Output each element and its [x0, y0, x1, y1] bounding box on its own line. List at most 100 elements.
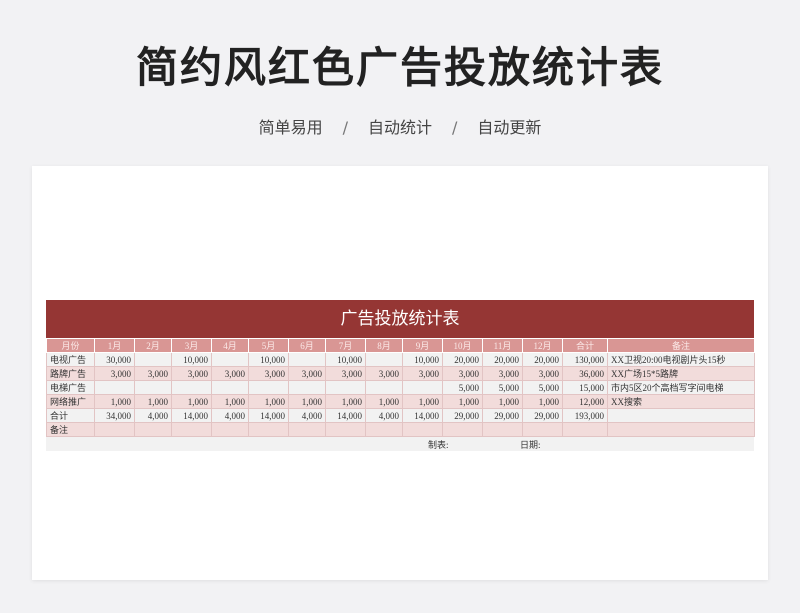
page-title: 简约风红色广告投放统计表: [135, 43, 664, 92]
value-cell[interactable]: [248, 422, 289, 437]
note-cell[interactable]: [607, 408, 755, 423]
sheet-title: 广告投放统计表: [46, 300, 754, 338]
value-cell[interactable]: [171, 422, 212, 437]
value-cell[interactable]: 1,000: [94, 394, 135, 409]
value-cell[interactable]: [134, 352, 172, 367]
value-cell[interactable]: [325, 422, 366, 437]
value-cell[interactable]: [248, 380, 289, 395]
column-header: 月份: [46, 338, 95, 353]
value-cell[interactable]: 130,000: [562, 352, 608, 367]
subtitle-separator: /: [452, 118, 458, 137]
table-row: 电梯广告 5,000 5,000 5,000 15,000 市内5区20个高档写字间电梯: [46, 380, 755, 395]
value-cell[interactable]: 1,000: [522, 394, 563, 409]
value-cell[interactable]: 5,000: [522, 380, 563, 395]
value-cell[interactable]: [482, 422, 523, 437]
value-cell[interactable]: 14,000: [402, 408, 443, 423]
value-cell[interactable]: [94, 422, 135, 437]
date-label: 日期:: [520, 440, 541, 450]
value-cell[interactable]: 4,000: [211, 408, 249, 423]
value-cell[interactable]: 5,000: [442, 380, 483, 395]
value-cell[interactable]: 4,000: [288, 408, 326, 423]
value-cell[interactable]: 3,000: [325, 366, 366, 381]
value-cell[interactable]: 3,000: [288, 366, 326, 381]
value-cell[interactable]: [288, 352, 326, 367]
value-cell[interactable]: 3,000: [171, 366, 212, 381]
value-cell[interactable]: [402, 380, 443, 395]
value-cell[interactable]: [522, 422, 563, 437]
value-cell[interactable]: 10,000: [325, 352, 366, 367]
value-cell[interactable]: [171, 380, 212, 395]
value-cell[interactable]: [288, 380, 326, 395]
value-cell[interactable]: [442, 422, 483, 437]
value-cell[interactable]: [562, 422, 608, 437]
subtitle-separator: /: [342, 118, 348, 137]
value-cell[interactable]: 14,000: [171, 408, 212, 423]
value-cell[interactable]: 1,000: [288, 394, 326, 409]
value-cell[interactable]: 1,000: [211, 394, 249, 409]
value-cell[interactable]: 3,000: [482, 366, 523, 381]
value-cell[interactable]: [325, 380, 366, 395]
value-cell[interactable]: 36,000: [562, 366, 608, 381]
value-cell[interactable]: 29,000: [442, 408, 483, 423]
column-header: 10月: [442, 338, 483, 353]
value-cell[interactable]: 20,000: [442, 352, 483, 367]
row-label-cell[interactable]: 合计: [46, 408, 95, 423]
value-cell[interactable]: 3,000: [442, 366, 483, 381]
value-cell[interactable]: 12,000: [562, 394, 608, 409]
note-cell[interactable]: XX卫视20:00电视剧片头15秒: [607, 352, 755, 367]
value-cell[interactable]: [211, 422, 249, 437]
value-cell[interactable]: 34,000: [94, 408, 135, 423]
value-cell[interactable]: [211, 380, 249, 395]
value-cell[interactable]: 4,000: [134, 408, 172, 423]
value-cell[interactable]: 3,000: [94, 366, 135, 381]
value-cell[interactable]: 1,000: [325, 394, 366, 409]
value-cell[interactable]: [402, 422, 443, 437]
value-cell[interactable]: 29,000: [482, 408, 523, 423]
value-cell[interactable]: 1,000: [402, 394, 443, 409]
value-cell[interactable]: [288, 422, 326, 437]
value-cell[interactable]: 3,000: [522, 366, 563, 381]
value-cell[interactable]: 5,000: [482, 380, 523, 395]
value-cell[interactable]: 10,000: [171, 352, 212, 367]
value-cell[interactable]: 1,000: [482, 394, 523, 409]
value-cell[interactable]: 1,000: [171, 394, 212, 409]
value-cell[interactable]: [365, 422, 403, 437]
note-cell[interactable]: XX广场15*5路牌: [607, 366, 755, 381]
value-cell[interactable]: 1,000: [442, 394, 483, 409]
value-cell[interactable]: [365, 380, 403, 395]
row-label-cell[interactable]: 路牌广告: [46, 366, 95, 381]
value-cell[interactable]: 3,000: [248, 366, 289, 381]
row-label-cell[interactable]: 电梯广告: [46, 380, 95, 395]
value-cell[interactable]: 10,000: [248, 352, 289, 367]
value-cell[interactable]: [94, 380, 135, 395]
value-cell[interactable]: 3,000: [402, 366, 443, 381]
value-cell[interactable]: [211, 352, 249, 367]
note-cell[interactable]: [607, 422, 755, 437]
value-cell[interactable]: 14,000: [325, 408, 366, 423]
value-cell[interactable]: 4,000: [365, 408, 403, 423]
column-header: 2月: [134, 338, 172, 353]
value-cell[interactable]: [365, 352, 403, 367]
column-header: 6月: [288, 338, 326, 353]
row-label-cell[interactable]: 电视广告: [46, 352, 95, 367]
value-cell[interactable]: 29,000: [522, 408, 563, 423]
note-cell[interactable]: 市内5区20个高档写字间电梯: [607, 380, 755, 395]
value-cell[interactable]: 30,000: [94, 352, 135, 367]
value-cell[interactable]: 20,000: [522, 352, 563, 367]
value-cell[interactable]: 15,000: [562, 380, 608, 395]
value-cell[interactable]: 3,000: [365, 366, 403, 381]
value-cell[interactable]: 1,000: [134, 394, 172, 409]
row-label-cell[interactable]: 网络推广: [46, 394, 95, 409]
value-cell[interactable]: 20,000: [482, 352, 523, 367]
value-cell[interactable]: 193,000: [562, 408, 608, 423]
value-cell[interactable]: 1,000: [248, 394, 289, 409]
value-cell[interactable]: 3,000: [134, 366, 172, 381]
value-cell[interactable]: [134, 380, 172, 395]
value-cell[interactable]: 3,000: [211, 366, 249, 381]
value-cell[interactable]: 1,000: [365, 394, 403, 409]
note-cell[interactable]: XX搜索: [607, 394, 755, 409]
value-cell[interactable]: [134, 422, 172, 437]
value-cell[interactable]: 14,000: [248, 408, 289, 423]
row-label-cell[interactable]: 备注: [46, 422, 95, 437]
value-cell[interactable]: 10,000: [402, 352, 443, 367]
